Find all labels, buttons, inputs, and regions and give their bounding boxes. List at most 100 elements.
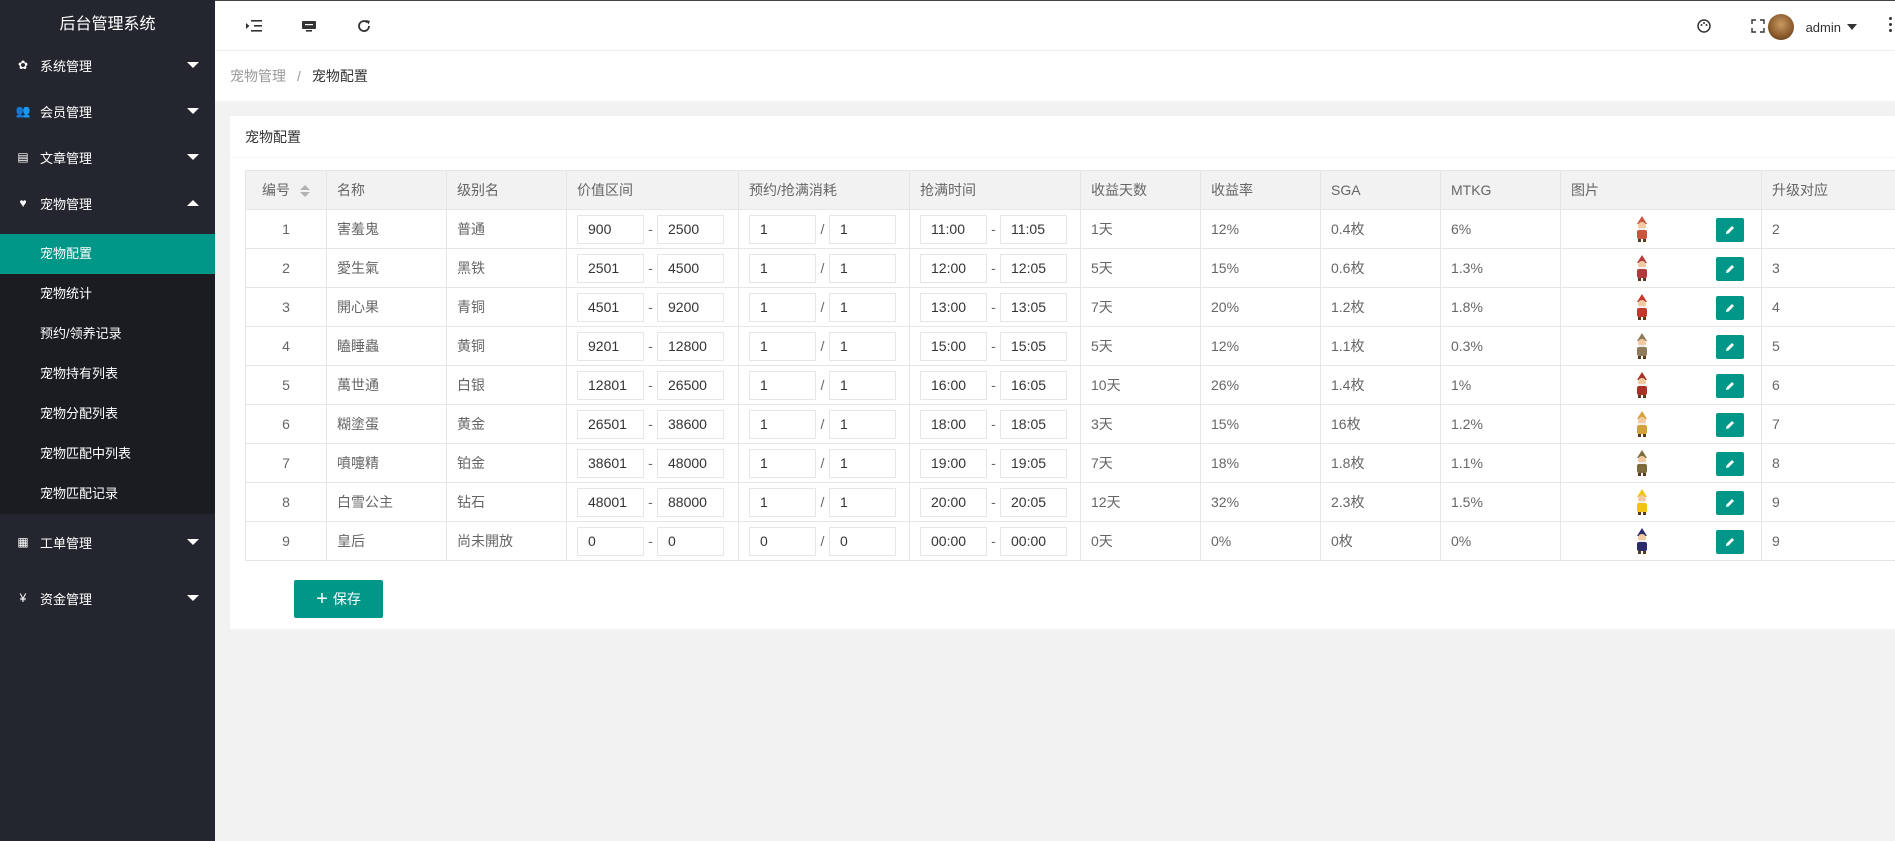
time-start-input[interactable]: 18:00 — [920, 409, 987, 439]
theme-icon[interactable] — [1693, 15, 1715, 37]
time-start-input[interactable]: 12:00 — [920, 253, 987, 283]
table-row: 7 噴嚏精 铂金 38601-48000 1/1 19:00-19:05 7天 18% 1.8枚… — [245, 443, 1895, 483]
refresh-icon[interactable] — [353, 15, 375, 37]
subnav-pet-stats[interactable]: 宠物统计 — [0, 274, 215, 314]
cell-value-range: 12801-26500 — [566, 365, 739, 405]
breadcrumb-parent[interactable]: 宠物管理 — [230, 66, 286, 86]
edit-image-button[interactable] — [1716, 530, 1744, 554]
value-max-input[interactable]: 2500 — [657, 214, 724, 244]
time-start-input[interactable]: 15:00 — [920, 331, 987, 361]
cell-image — [1560, 365, 1762, 405]
cell-upgrade: 9 — [1761, 521, 1895, 561]
grab-cost-input[interactable]: 1 — [829, 331, 896, 361]
nav-member[interactable]: 👥 会员管理 — [0, 96, 215, 126]
save-button[interactable]: + 保存 — [294, 580, 383, 618]
time-end-input[interactable]: 12:05 — [1000, 253, 1067, 283]
more-icon[interactable] — [1887, 17, 1893, 32]
cell-sga: 1.4枚 — [1320, 365, 1441, 405]
cell-cost: 1/1 — [738, 248, 910, 288]
user-menu[interactable]: admin — [1767, 14, 1857, 40]
time-end-input[interactable]: 15:05 — [1000, 331, 1067, 361]
time-start-input[interactable]: 20:00 — [920, 487, 987, 517]
grab-cost-input[interactable]: 1 — [829, 409, 896, 439]
reserve-cost-input[interactable]: 1 — [749, 214, 816, 244]
cell-level: 青铜 — [446, 287, 567, 327]
value-min-input[interactable]: 4501 — [577, 292, 644, 322]
nav-pet[interactable]: ♥ 宠物管理 — [0, 188, 215, 218]
time-end-input[interactable]: 16:05 — [1000, 370, 1067, 400]
edit-image-button[interactable] — [1716, 413, 1744, 437]
time-start-input[interactable]: 19:00 — [920, 448, 987, 478]
value-min-input[interactable]: 2501 — [577, 253, 644, 283]
time-start-input[interactable]: 13:00 — [920, 292, 987, 322]
value-max-input[interactable]: 4500 — [657, 253, 724, 283]
time-start-input[interactable]: 11:00 — [920, 214, 987, 244]
nav-article[interactable]: ▤ 文章管理 — [0, 142, 215, 172]
nav-pet-label: 宠物管理 — [40, 196, 93, 212]
value-max-input[interactable]: 38600 — [657, 409, 724, 439]
edit-image-button[interactable] — [1716, 374, 1744, 398]
grab-cost-input[interactable]: 0 — [829, 526, 896, 556]
menu-toggle-icon[interactable] — [243, 15, 265, 37]
value-min-input[interactable]: 12801 — [577, 370, 644, 400]
time-end-input[interactable]: 19:05 — [1000, 448, 1067, 478]
time-end-input[interactable]: 20:05 — [1000, 487, 1067, 517]
reserve-cost-input[interactable]: 1 — [749, 292, 816, 322]
value-min-input[interactable]: 900 — [577, 214, 644, 244]
time-start-input[interactable]: 16:00 — [920, 370, 987, 400]
subnav-reservation-records[interactable]: 预约/领养记录 — [0, 314, 215, 354]
reserve-cost-input[interactable]: 0 — [749, 526, 816, 556]
grab-cost-input[interactable]: 1 — [829, 487, 896, 517]
time-end-input[interactable]: 11:05 — [1000, 214, 1067, 244]
edit-image-button[interactable] — [1716, 218, 1744, 242]
reserve-cost-input[interactable]: 1 — [749, 253, 816, 283]
username: admin — [1805, 19, 1841, 35]
col-id[interactable]: 编号 — [245, 170, 327, 210]
reserve-cost-input[interactable]: 1 — [749, 487, 816, 517]
time-end-input[interactable]: 13:05 — [1000, 292, 1067, 322]
nav-funds[interactable]: ¥ 资金管理 — [0, 578, 215, 618]
subnav-pet-matching[interactable]: 宠物匹配中列表 — [0, 434, 215, 474]
edit-image-button[interactable] — [1716, 335, 1744, 359]
grab-cost-input[interactable]: 1 — [829, 370, 896, 400]
nav-ticket[interactable]: ▦ 工单管理 — [0, 522, 215, 562]
reserve-cost-input[interactable]: 1 — [749, 331, 816, 361]
value-min-input[interactable]: 38601 — [577, 448, 644, 478]
value-min-input[interactable]: 0 — [577, 526, 644, 556]
value-min-input[interactable]: 26501 — [577, 409, 644, 439]
grab-cost-input[interactable]: 1 — [829, 253, 896, 283]
fullscreen-icon[interactable] — [1747, 15, 1769, 37]
grab-cost-input[interactable]: 1 — [829, 214, 896, 244]
time-end-input[interactable]: 18:05 — [1000, 409, 1067, 439]
edit-image-button[interactable] — [1716, 491, 1744, 515]
value-max-input[interactable]: 0 — [657, 526, 724, 556]
value-max-input[interactable]: 48000 — [657, 448, 724, 478]
monitor-icon[interactable] — [298, 15, 320, 37]
edit-image-button[interactable] — [1716, 296, 1744, 320]
reserve-cost-input[interactable]: 1 — [749, 409, 816, 439]
value-min-input[interactable]: 9201 — [577, 331, 644, 361]
subnav-pet-allocation[interactable]: 宠物分配列表 — [0, 394, 215, 434]
value-min-input[interactable]: 48001 — [577, 487, 644, 517]
subnav-pet-holdings[interactable]: 宠物持有列表 — [0, 354, 215, 394]
sort-icon[interactable] — [300, 185, 310, 198]
cell-upgrade: 7 — [1761, 404, 1895, 444]
subnav-pet-match-records[interactable]: 宠物匹配记录 — [0, 474, 215, 514]
value-max-input[interactable]: 26500 — [657, 370, 724, 400]
nav-system[interactable]: ✿ 系统管理 — [0, 50, 215, 80]
edit-image-button[interactable] — [1716, 257, 1744, 281]
grab-cost-input[interactable]: 1 — [829, 448, 896, 478]
edit-image-button[interactable] — [1716, 452, 1744, 476]
cell-rate: 32% — [1200, 482, 1321, 522]
cell-level: 黄金 — [446, 404, 567, 444]
reserve-cost-input[interactable]: 1 — [749, 448, 816, 478]
time-end-input[interactable]: 00:00 — [1000, 526, 1067, 556]
time-start-input[interactable]: 00:00 — [920, 526, 987, 556]
value-max-input[interactable]: 88000 — [657, 487, 724, 517]
col-upgrade: 升级对应 — [1761, 170, 1895, 210]
subnav-pet-config[interactable]: 宠物配置 — [0, 234, 215, 274]
reserve-cost-input[interactable]: 1 — [749, 370, 816, 400]
value-max-input[interactable]: 12800 — [657, 331, 724, 361]
value-max-input[interactable]: 9200 — [657, 292, 724, 322]
grab-cost-input[interactable]: 1 — [829, 292, 896, 322]
